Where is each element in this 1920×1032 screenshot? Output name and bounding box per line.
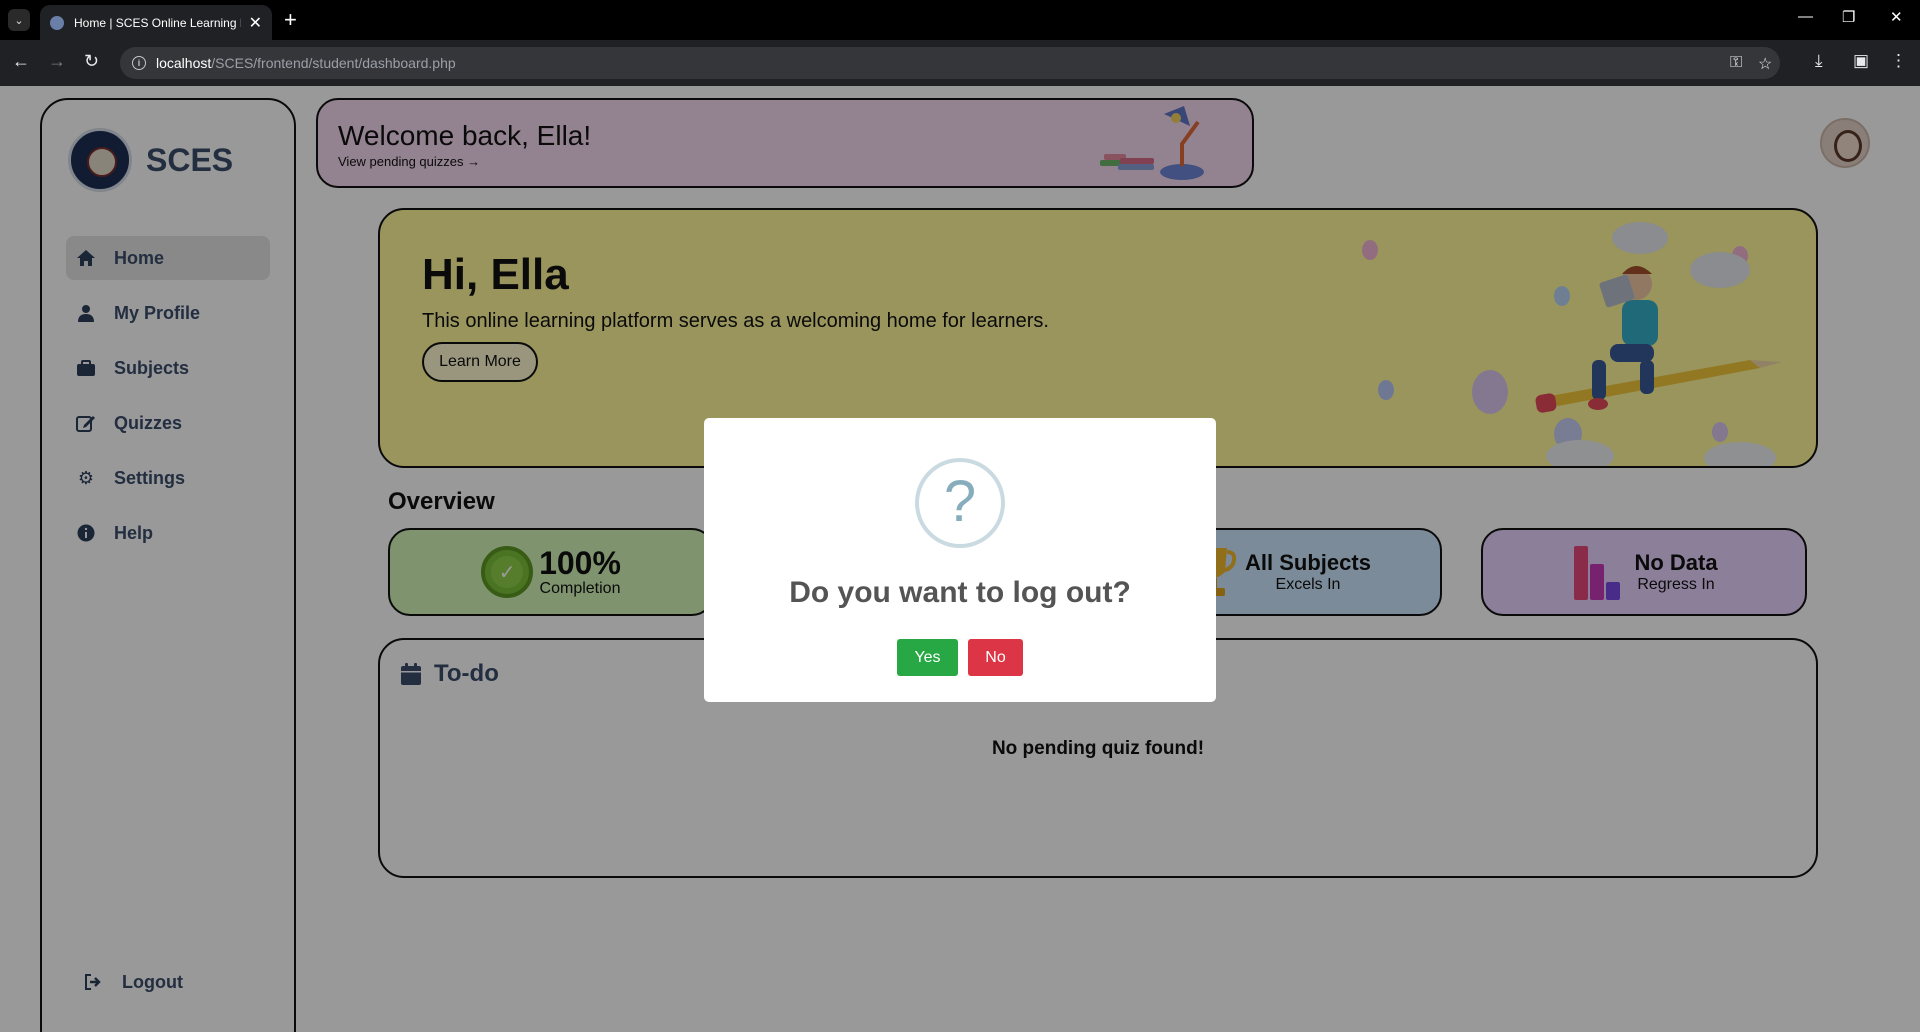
browser-tab[interactable]: Home | SCES Online Learning P ✕ xyxy=(40,5,272,40)
tab-search-icon[interactable]: ⌄ xyxy=(8,9,30,31)
logout-confirm-dialog: ? Do you want to log out? Yes No xyxy=(704,418,1216,702)
url-path: /SCES/frontend/student/dashboard.php xyxy=(211,55,456,71)
bookmark-star-icon[interactable]: ☆ xyxy=(1758,54,1772,74)
yes-button[interactable]: Yes xyxy=(897,639,958,676)
url-host: localhost xyxy=(156,55,212,71)
download-icon[interactable]: ⤓ xyxy=(1815,51,1823,71)
back-icon[interactable]: ← xyxy=(12,51,30,72)
question-icon: ? xyxy=(915,458,1005,548)
site-info-icon[interactable]: i xyxy=(132,56,146,70)
address-bar[interactable]: i localhost/SCES/frontend/student/dashbo… xyxy=(120,47,1780,79)
tab-close-icon[interactable]: ✕ xyxy=(249,13,262,33)
forward-icon[interactable]: → xyxy=(48,51,66,72)
new-tab-icon[interactable]: + xyxy=(284,7,297,33)
dialog-actions: Yes No xyxy=(704,639,1216,676)
password-key-icon[interactable]: ⚿ xyxy=(1730,54,1742,72)
dialog-title: Do you want to log out? xyxy=(789,576,1131,609)
profile-icon[interactable]: ▣ xyxy=(1853,51,1869,71)
favicon-icon xyxy=(50,15,64,30)
menu-kebab-icon[interactable]: ⋮ xyxy=(1890,51,1907,71)
minimize-icon[interactable]: — xyxy=(1798,8,1813,25)
browser-toolbar: ← → ↻ i localhost/SCES/frontend/student/… xyxy=(0,40,1920,86)
restore-icon[interactable]: ❐ xyxy=(1842,8,1855,26)
no-button[interactable]: No xyxy=(968,639,1023,676)
tab-title: Home | SCES Online Learning P xyxy=(74,15,241,30)
close-window-icon[interactable]: ✕ xyxy=(1890,8,1903,26)
reload-icon[interactable]: ↻ xyxy=(84,51,99,72)
browser-tabbar: ⌄ Home | SCES Online Learning P ✕ + — ❐ … xyxy=(0,0,1920,40)
